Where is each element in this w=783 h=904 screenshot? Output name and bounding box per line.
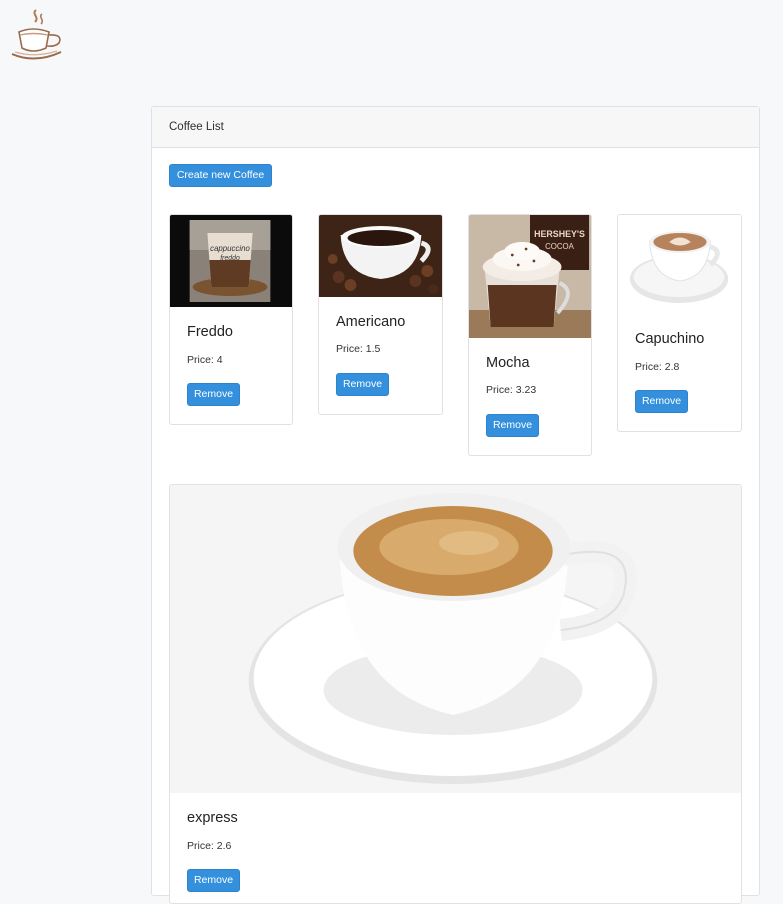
coffee-image-capuchino: [618, 215, 741, 315]
svg-text:cappuccino: cappuccino: [210, 244, 250, 253]
coffee-price: Price: 1.5: [336, 343, 381, 355]
svg-text:COCOA: COCOA: [545, 242, 575, 251]
coffee-card-americano: Americano Price: 1.5 Remove: [318, 214, 443, 415]
coffee-name: Mocha: [486, 355, 530, 371]
coffee-card-freddo: cappuccino freddo Freddo Price: 4 Remove: [169, 214, 293, 425]
coffee-cup-logo-icon[interactable]: [9, 6, 67, 64]
coffee-name: Capuchino: [635, 331, 705, 347]
remove-button[interactable]: Remove: [187, 383, 240, 406]
coffee-image-freddo: cappuccino freddo: [170, 215, 292, 307]
coffee-name: Freddo: [187, 324, 233, 340]
svg-text:freddo: freddo: [220, 255, 240, 262]
coffee-name: express: [187, 810, 238, 826]
coffee-card-capuchino: Capuchino Price: 2.8 Remove: [617, 214, 742, 432]
coffee-image-mocha: HERSHEY'S COCOA: [469, 215, 591, 338]
panel-title: Coffee List: [152, 107, 759, 148]
create-coffee-button[interactable]: Create new Coffee: [169, 164, 272, 187]
coffee-card-express: express Price: 2.6 Remove: [169, 484, 742, 904]
coffee-price: Price: 3.23: [486, 384, 537, 396]
remove-button[interactable]: Remove: [486, 414, 539, 437]
remove-button[interactable]: Remove: [635, 390, 688, 413]
svg-text:HERSHEY'S: HERSHEY'S: [534, 229, 585, 239]
coffee-image-express: [170, 485, 741, 793]
coffee-card-mocha: HERSHEY'S COCOA Mocha Price: 3.23 Remove: [468, 214, 592, 456]
coffee-image-americano: [319, 215, 442, 297]
coffee-price: Price: 2.6: [187, 840, 232, 852]
coffee-list-panel: Coffee List Create new Coffee cappuccino…: [151, 106, 760, 904]
coffee-name: Americano: [336, 314, 406, 330]
remove-button[interactable]: Remove: [336, 373, 389, 396]
coffee-price: Price: 2.8: [635, 361, 680, 373]
coffee-price: Price: 4: [187, 354, 223, 366]
